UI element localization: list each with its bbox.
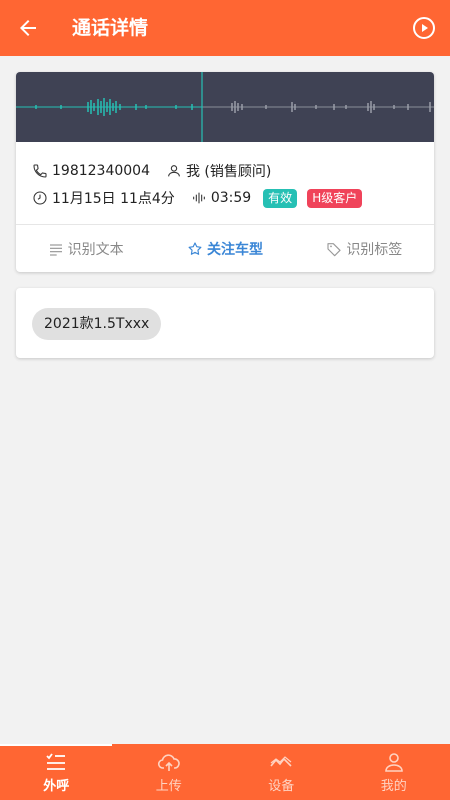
person-icon: [384, 752, 403, 772]
car-model-card: 2021款1.5Txxx: [16, 288, 434, 358]
phone-icon: [33, 164, 47, 178]
tab-device[interactable]: 设备: [225, 744, 338, 800]
customer-level-badge: H级客户: [307, 188, 363, 208]
play-circle-icon[interactable]: [412, 16, 436, 40]
focus-model-label: 关注车型: [206, 241, 263, 258]
person-icon: [168, 165, 180, 177]
tab-device-label: 设备: [268, 778, 295, 794]
arrow-back-icon[interactable]: [16, 16, 40, 40]
call-info-row: 19812340004 我 (销售顾问): [32, 160, 271, 182]
call-meta-row: 11月15日 11点4分 03:59 有效 H级客户: [32, 187, 363, 209]
caller-name: 我 (销售顾问): [185, 164, 272, 180]
phone-number: 19812340004: [52, 163, 150, 179]
page-title: 通话详情: [72, 17, 149, 39]
car-model-chip[interactable]: 2021款1.5Txxx: [32, 308, 162, 340]
audio-wave-icon: [192, 192, 205, 204]
status-badge-valid: 有效: [263, 188, 298, 208]
device-icon: [270, 755, 292, 767]
tab-outbound-label: 外呼: [43, 778, 70, 794]
recognized-text-button[interactable]: 识别文本: [16, 225, 155, 272]
recognized-tags-label: 识别标签: [346, 241, 403, 258]
tag-icon: [327, 242, 341, 256]
recognized-text-label: 识别文本: [67, 241, 124, 258]
app-bar: 通话详情: [0, 0, 450, 56]
action-bar: 识别文本 关注车型 识别标签: [16, 225, 434, 272]
call-duration: 03:59: [210, 190, 252, 206]
star-icon: [188, 241, 202, 255]
checklist-icon: [46, 752, 66, 770]
tab-upload-label: 上传: [155, 778, 182, 794]
waveform[interactable]: [16, 72, 434, 142]
tab-upload[interactable]: 上传: [113, 744, 226, 800]
call-datetime: 11月15日 11点4分: [52, 191, 175, 207]
cloud-upload-icon: [157, 753, 180, 771]
text-lines-icon: [49, 243, 62, 256]
recognized-tags-button[interactable]: 识别标签: [295, 225, 434, 272]
bottom-nav: 外呼 上传 设备 我的: [0, 744, 450, 800]
tab-mine-label: 我的: [380, 778, 407, 794]
tab-mine[interactable]: 我的: [338, 744, 450, 800]
clock-icon: [33, 191, 47, 205]
tab-outbound[interactable]: 外呼: [0, 744, 113, 800]
focus-model-button[interactable]: 关注车型: [155, 225, 294, 272]
tab-indicator: [0, 744, 112, 746]
call-detail-card: 19812340004 我 (销售顾问) 11月15日 11点4分 03:59 …: [16, 72, 434, 272]
